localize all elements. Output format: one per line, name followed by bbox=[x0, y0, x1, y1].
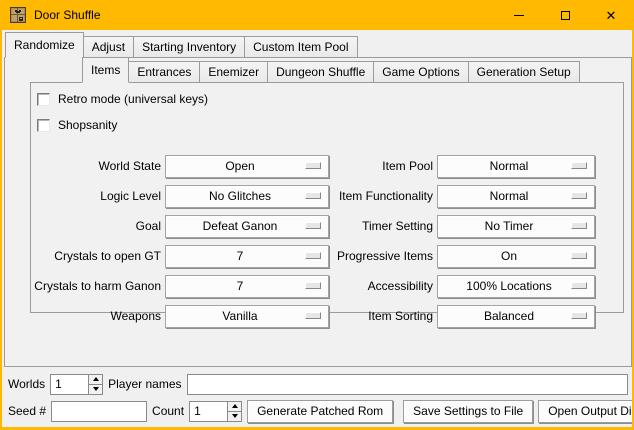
shopsanity-label: Shopsanity bbox=[58, 118, 117, 132]
title-bar: Door Shuffle ✕ bbox=[0, 0, 634, 30]
count-spinner bbox=[189, 401, 242, 422]
tab-enemizer[interactable]: Enemizer bbox=[199, 61, 268, 83]
accessibility-label: Accessibility bbox=[333, 271, 433, 301]
weapons-label: Weapons bbox=[33, 301, 161, 331]
seed-input[interactable] bbox=[51, 401, 147, 422]
dropdown-indicator-icon bbox=[305, 252, 321, 259]
tab-items[interactable]: Items bbox=[82, 57, 129, 83]
weapons-dropdown[interactable]: Vanilla bbox=[165, 305, 329, 328]
tab-game-options[interactable]: Game Options bbox=[373, 61, 468, 83]
retro-mode-checkbox[interactable] bbox=[37, 93, 50, 106]
timer-setting-label: Timer Setting bbox=[333, 211, 433, 241]
tab-generation-setup[interactable]: Generation Setup bbox=[468, 61, 580, 83]
count-input[interactable] bbox=[189, 401, 227, 422]
dropdown-indicator-icon bbox=[571, 282, 587, 289]
world-state-label: World State bbox=[33, 151, 161, 181]
item-pool-label: Item Pool bbox=[333, 151, 433, 181]
minimize-icon[interactable] bbox=[496, 0, 542, 30]
tab-adjust[interactable]: Adjust bbox=[83, 36, 134, 58]
goal-label: Goal bbox=[33, 211, 161, 241]
player-names-label: Player names bbox=[108, 377, 181, 391]
tab-dungeon-shuffle[interactable]: Dungeon Shuffle bbox=[267, 61, 374, 83]
shopsanity-checkbox[interactable] bbox=[37, 119, 50, 132]
dropdown-indicator-icon bbox=[305, 162, 321, 169]
accessibility-dropdown[interactable]: 100% Locations bbox=[437, 275, 595, 298]
item-sorting-dropdown[interactable]: Balanced bbox=[437, 305, 595, 328]
spin-up-icon[interactable] bbox=[228, 402, 241, 411]
crystals-ganon-label: Crystals to harm Ganon bbox=[33, 271, 161, 301]
spin-up-icon[interactable] bbox=[89, 375, 102, 384]
save-settings-button[interactable]: Save Settings to File bbox=[403, 400, 533, 423]
tab-entrances[interactable]: Entrances bbox=[128, 61, 200, 83]
retro-mode-label: Retro mode (universal keys) bbox=[58, 92, 208, 106]
item-functionality-label: Item Functionality bbox=[333, 181, 433, 211]
goal-dropdown[interactable]: Defeat Ganon bbox=[165, 215, 329, 238]
outer-tab-bar: Randomize Adjust Starting Inventory Cust… bbox=[5, 32, 357, 58]
window-title: Door Shuffle bbox=[34, 8, 101, 22]
logic-level-label: Logic Level bbox=[33, 181, 161, 211]
progressive-items-label: Progressive Items bbox=[333, 241, 433, 271]
crystals-ganon-dropdown[interactable]: 7 bbox=[165, 275, 329, 298]
maximize-icon[interactable] bbox=[542, 0, 588, 30]
spin-down-icon[interactable] bbox=[228, 411, 241, 421]
inner-tab-bar: Items Entrances Enemizer Dungeon Shuffle… bbox=[82, 57, 579, 83]
seed-label: Seed # bbox=[8, 404, 46, 418]
timer-setting-dropdown[interactable]: No Timer bbox=[437, 215, 595, 238]
door-icon bbox=[10, 7, 26, 23]
worlds-row: Worlds Player names bbox=[8, 373, 628, 395]
dropdown-indicator-icon bbox=[305, 222, 321, 229]
crystals-gt-dropdown[interactable]: 7 bbox=[165, 245, 329, 268]
progressive-items-dropdown[interactable]: On bbox=[437, 245, 595, 268]
dropdown-indicator-icon bbox=[305, 192, 321, 199]
dropdown-indicator-icon bbox=[305, 312, 321, 319]
open-output-directory-button[interactable]: Open Output Directory bbox=[538, 400, 634, 423]
dropdown-indicator-icon bbox=[571, 222, 587, 229]
logic-level-dropdown[interactable]: No Glitches bbox=[165, 185, 329, 208]
item-sorting-label: Item Sorting bbox=[333, 301, 433, 331]
item-functionality-dropdown[interactable]: Normal bbox=[437, 185, 595, 208]
dropdown-indicator-icon bbox=[571, 192, 587, 199]
worlds-input[interactable] bbox=[50, 374, 88, 395]
tab-randomize[interactable]: Randomize bbox=[5, 32, 84, 58]
dropdown-indicator-icon bbox=[571, 312, 587, 319]
player-names-input[interactable] bbox=[187, 374, 629, 395]
generate-patched-rom-button[interactable]: Generate Patched Rom bbox=[247, 400, 393, 423]
app-window: Door Shuffle ✕ Retro mode (universal key… bbox=[0, 0, 634, 430]
retro-mode-row: Retro mode (universal keys) bbox=[37, 89, 623, 109]
caption-buttons: ✕ bbox=[496, 0, 634, 30]
seed-row: Seed # Count Generate Patched Rom Save S… bbox=[8, 399, 628, 423]
items-pane: Retro mode (universal keys) Shopsanity W… bbox=[30, 82, 624, 313]
close-icon[interactable]: ✕ bbox=[588, 0, 634, 30]
count-label: Count bbox=[152, 404, 184, 418]
spin-down-icon[interactable] bbox=[89, 384, 102, 394]
dropdown-indicator-icon bbox=[571, 162, 587, 169]
settings-grid: World State Open Item Pool Normal Logic … bbox=[31, 135, 623, 331]
crystals-gt-label: Crystals to open GT bbox=[33, 241, 161, 271]
world-state-dropdown[interactable]: Open bbox=[165, 155, 329, 178]
tab-custom-item-pool[interactable]: Custom Item Pool bbox=[244, 36, 357, 58]
worlds-spinner bbox=[50, 374, 103, 395]
tab-starting-inventory[interactable]: Starting Inventory bbox=[133, 36, 245, 58]
dropdown-indicator-icon bbox=[305, 282, 321, 289]
shopsanity-row: Shopsanity bbox=[37, 115, 623, 135]
item-pool-dropdown[interactable]: Normal bbox=[437, 155, 595, 178]
worlds-label: Worlds bbox=[8, 377, 45, 391]
dropdown-indicator-icon bbox=[571, 252, 587, 259]
